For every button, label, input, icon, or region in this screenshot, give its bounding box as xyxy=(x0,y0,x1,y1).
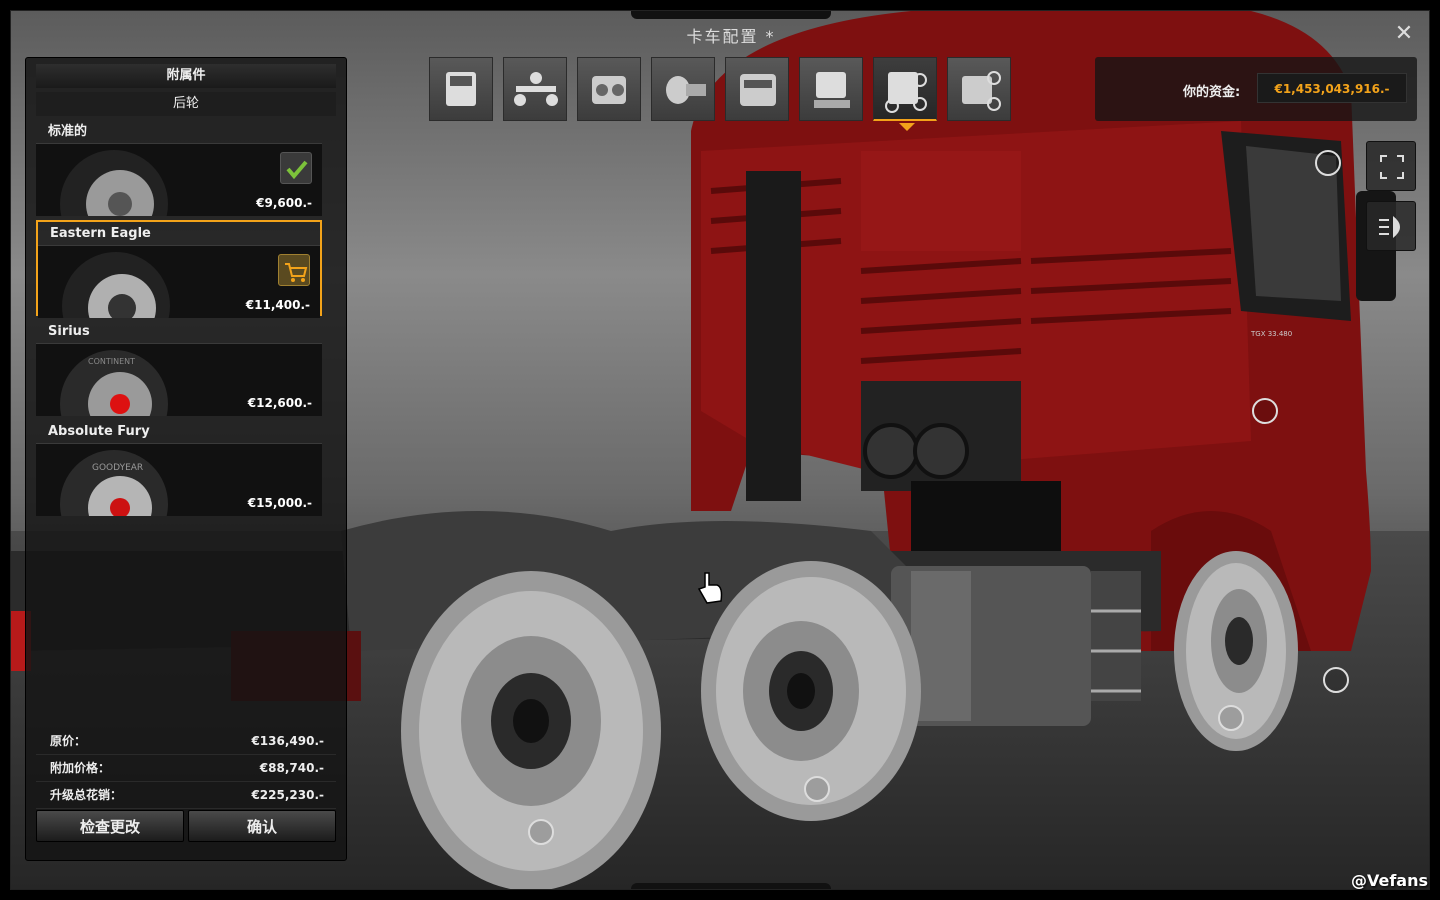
confirm-button[interactable]: 确认 xyxy=(188,810,336,842)
option-label: Eastern Eagle xyxy=(38,222,320,246)
headlights-button[interactable] xyxy=(1366,201,1416,251)
sirius-rim-icon: CONTINENT xyxy=(60,350,168,416)
total-cost-row: 升级总花销： €225,230.- xyxy=(36,782,336,809)
absolute-fury-rim-icon: GOODYEAR xyxy=(60,450,168,516)
wheel-option-standard[interactable]: 标准的 €9,600.- xyxy=(36,120,322,216)
chassis-icon xyxy=(514,72,558,106)
option-price: €12,600.- xyxy=(247,396,312,410)
body-parts-icon xyxy=(814,72,850,108)
extra-price-value: €88,740.- xyxy=(259,761,324,775)
tire-brand-text: GOODYEAR xyxy=(92,463,143,473)
active-tab-indicator xyxy=(899,123,915,131)
option-price: €9,600.- xyxy=(256,196,312,210)
watermark: @Vefans xyxy=(1350,871,1428,890)
fullscreen-button[interactable] xyxy=(1366,141,1416,191)
checkmark-icon xyxy=(286,160,308,180)
fullscreen-icon xyxy=(1380,155,1404,179)
wheel-option-sirius[interactable]: Sirius CONTINENT €12,600.- xyxy=(36,320,322,416)
option-label: 标准的 xyxy=(36,120,322,144)
wheel-option-absolute-fury[interactable]: Absolute Fury GOODYEAR €15,000.- xyxy=(36,420,322,516)
original-price-row: 原价： €136,490.- xyxy=(36,728,336,755)
wheel-option-eastern-eagle[interactable]: Eastern Eagle €11,400.- xyxy=(36,220,322,318)
category-tabs xyxy=(429,57,1011,123)
option-body: GOODYEAR €15,000.- xyxy=(36,444,322,516)
game-window: TGX 33.480 卡车配置 * ✕ 你的资金: €1,453,043,916… xyxy=(10,10,1430,890)
money-value: €1,453,043,916.- xyxy=(1257,73,1407,103)
hotspot-step[interactable] xyxy=(1323,667,1349,693)
model-badge: TGX 33.480 xyxy=(1250,330,1292,338)
owned-badge xyxy=(280,152,312,184)
hotspot-front-wheel[interactable] xyxy=(1218,705,1244,731)
extra-price-row: 附加价格： €88,740.- xyxy=(36,755,336,782)
option-price: €11,400.- xyxy=(245,298,310,312)
accessories-icon xyxy=(885,72,927,113)
review-changes-button[interactable]: 检查更改 xyxy=(36,810,184,842)
close-button[interactable]: ✕ xyxy=(1393,23,1415,45)
tab-accessories[interactable] xyxy=(873,57,937,121)
tab-cabin[interactable] xyxy=(429,57,493,121)
interior-icon xyxy=(962,71,1001,111)
window-title: 卡车配置 * xyxy=(686,27,776,46)
transmission-icon xyxy=(666,76,706,104)
tab-chassis[interactable] xyxy=(503,57,567,121)
option-label: Sirius xyxy=(36,320,322,344)
paint-icon xyxy=(740,74,776,106)
total-cost-label: 升级总花销： xyxy=(50,788,123,802)
money-label: 你的资金: xyxy=(1183,85,1241,100)
cabin-icon xyxy=(446,72,476,106)
headlights-icon xyxy=(1379,216,1400,238)
original-price-label: 原价： xyxy=(50,734,87,748)
hotspot-side-light[interactable] xyxy=(1252,398,1278,424)
standard-rim-icon xyxy=(60,150,168,216)
option-price: €15,000.- xyxy=(247,496,312,510)
total-cost-value: €225,230.- xyxy=(251,788,324,802)
panel-category-title: 附属件 xyxy=(36,64,336,88)
tab-transmission[interactable] xyxy=(651,57,715,121)
hand-cursor-icon xyxy=(697,572,723,604)
tab-body-parts[interactable] xyxy=(799,57,863,121)
extra-price-label: 附加价格： xyxy=(50,761,111,775)
bottom-notch xyxy=(631,883,831,889)
tab-engine[interactable] xyxy=(577,57,641,121)
eastern-eagle-rim-icon xyxy=(62,252,170,318)
title-notch xyxy=(631,11,831,19)
tab-paint[interactable] xyxy=(725,57,789,121)
hotspot-rear-wheel-2[interactable] xyxy=(804,776,830,802)
panel-subcategory: 后轮 xyxy=(36,92,336,116)
original-price-value: €136,490.- xyxy=(251,734,324,748)
hotspot-mirror[interactable] xyxy=(1315,150,1341,176)
tire-brand-text: CONTINENT xyxy=(88,357,135,366)
tab-interior[interactable] xyxy=(947,57,1011,121)
buy-badge xyxy=(278,254,310,286)
option-body: €11,400.- xyxy=(38,246,320,318)
option-body: CONTINENT €12,600.- xyxy=(36,344,322,416)
money-panel: 你的资金: €1,453,043,916.- xyxy=(1095,57,1417,121)
option-body: €9,600.- xyxy=(36,144,322,216)
accessory-panel: 附属件 后轮 标准的 €9,600.- Eastern Eagle €11,40… xyxy=(25,57,347,861)
hotspot-rear-wheel-1[interactable] xyxy=(528,819,554,845)
option-label: Absolute Fury xyxy=(36,420,322,444)
cost-summary: 原价： €136,490.- 附加价格： €88,740.- 升级总花销： €2… xyxy=(36,728,336,809)
cart-icon xyxy=(285,263,308,282)
engine-icon xyxy=(592,76,626,104)
